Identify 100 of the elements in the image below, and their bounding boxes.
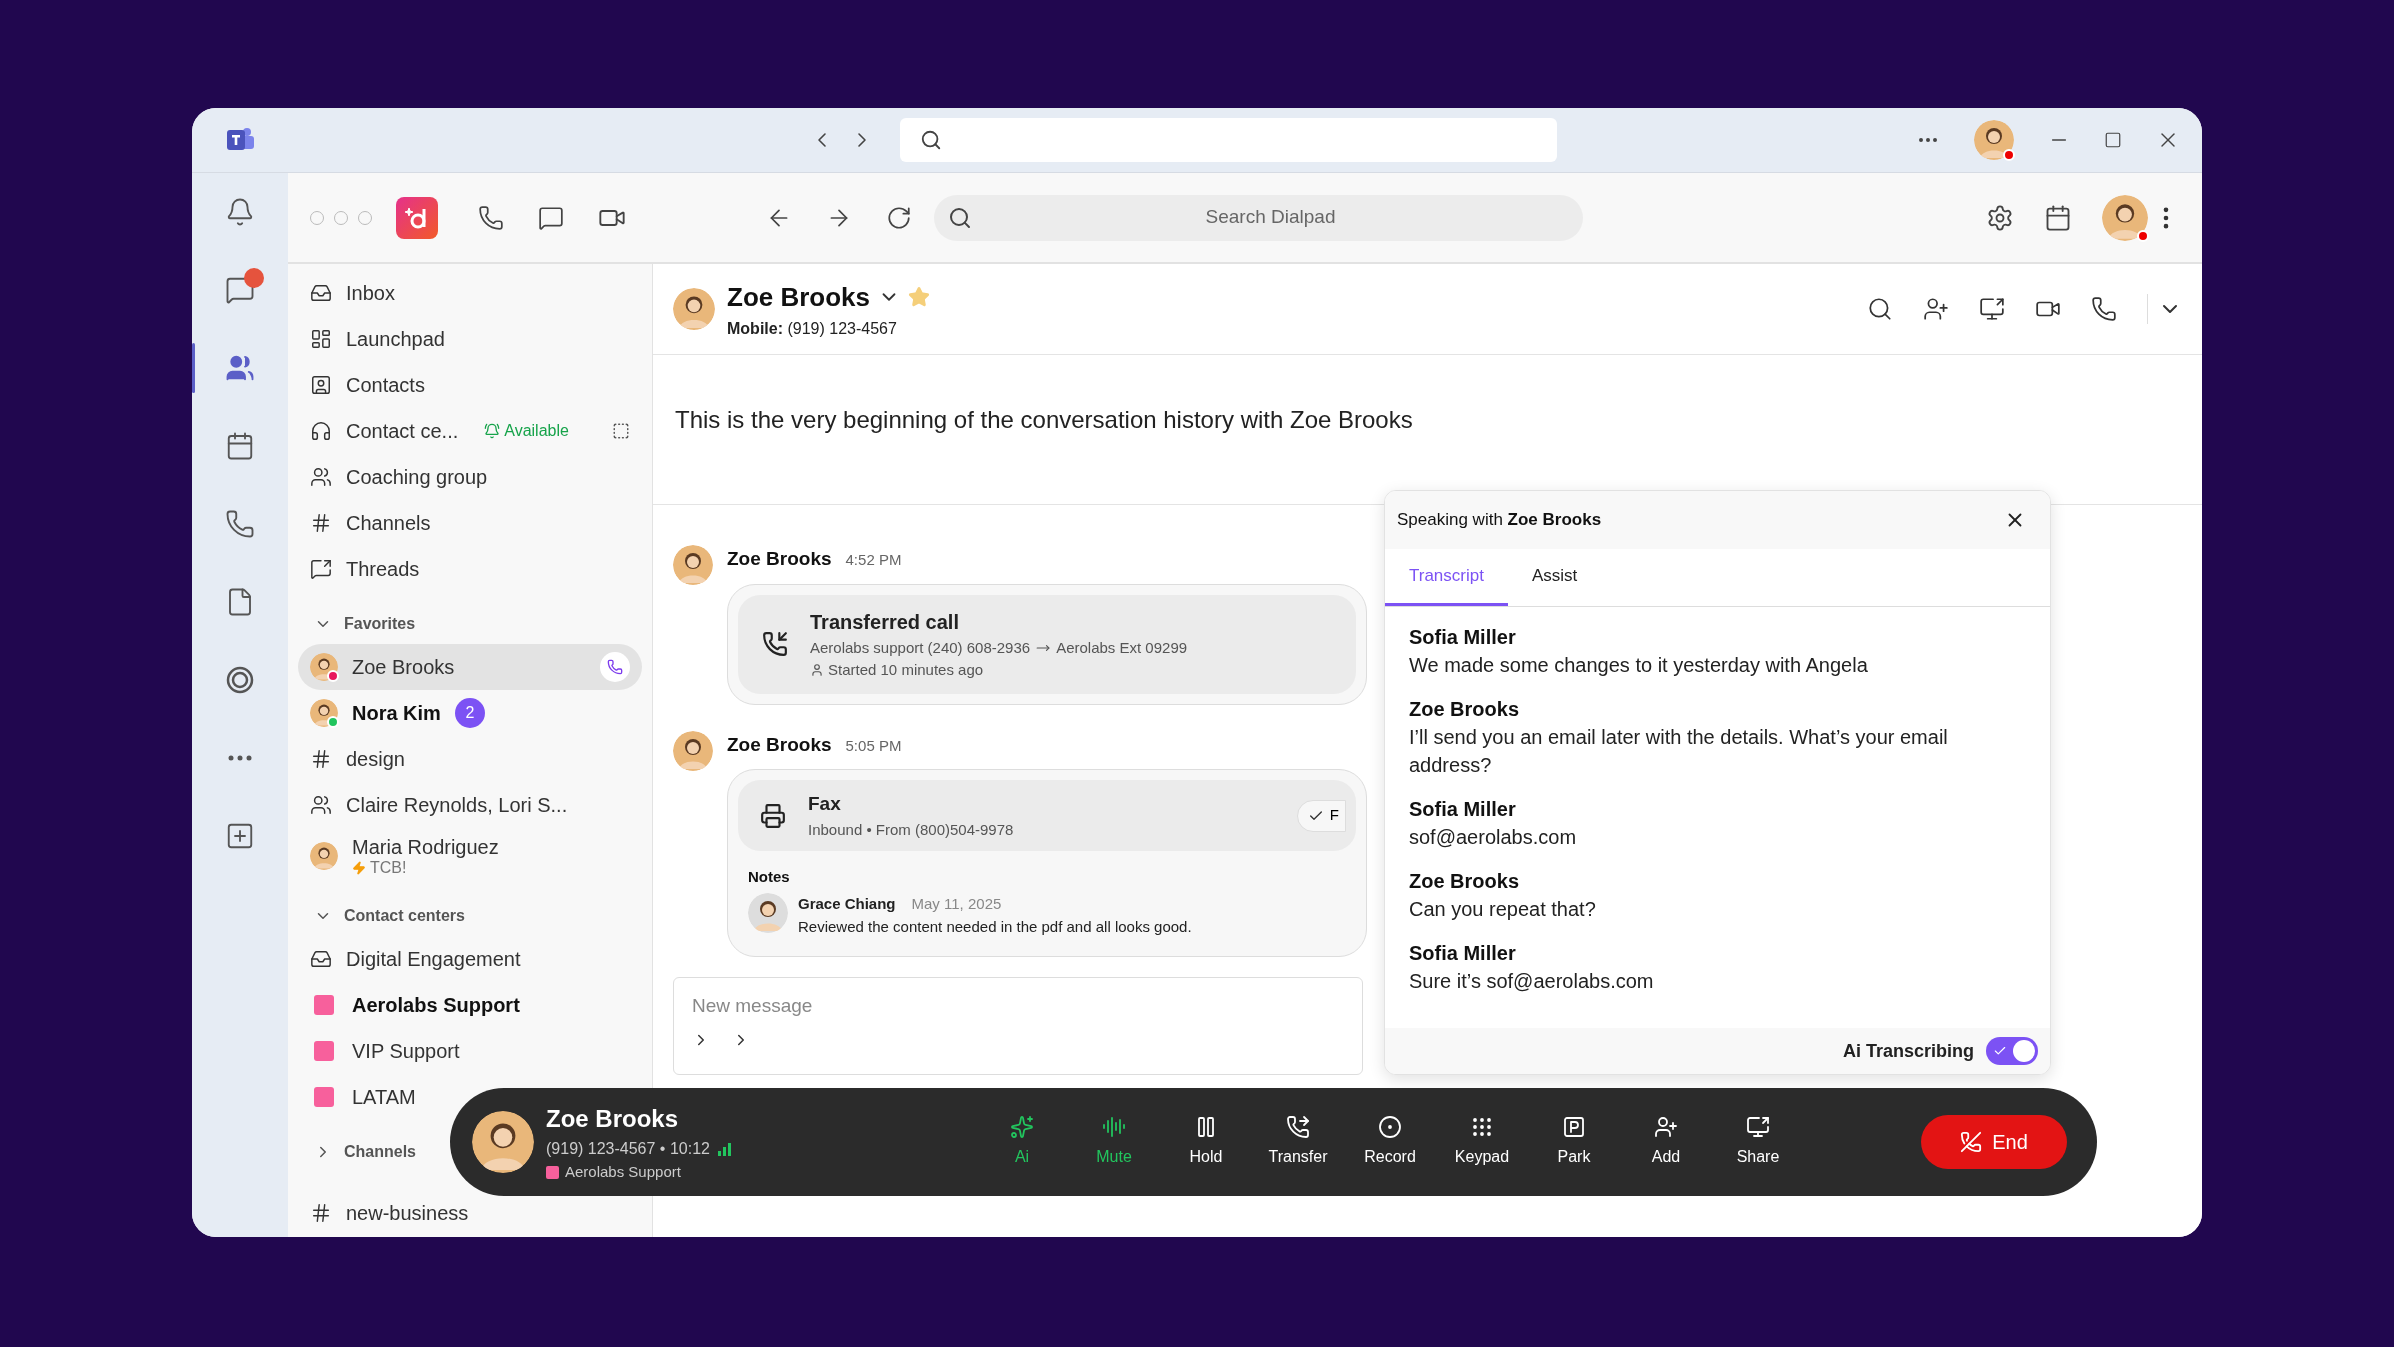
sidebar-item[interactable]: new-business [298, 1196, 481, 1230]
call-control[interactable]: Ai [976, 1115, 1068, 1169]
maximize-icon[interactable] [2104, 131, 2122, 149]
status-label: Available [504, 421, 569, 441]
sender-name: Zoe Brooks [727, 732, 832, 757]
people-icon [310, 794, 332, 816]
parking-icon [1562, 1115, 1586, 1139]
layout-icon [310, 328, 332, 350]
printer-icon [760, 802, 786, 829]
screen-share-icon[interactable] [1979, 296, 2005, 322]
hang-up-icon [1960, 1131, 1983, 1153]
calendar-icon [225, 431, 255, 461]
speaker-name: Sofia Miller [1409, 625, 1517, 650]
hash-icon [310, 512, 332, 534]
transcript-text: Sure it’s sof@aerolabs.com [1409, 969, 1655, 994]
card-to: Aerolabs Ext 09299 [1056, 637, 1188, 658]
sidebar-item[interactable]: Channels [298, 500, 642, 546]
sidebar-item[interactable]: Contact ce... Available [298, 408, 642, 454]
sidebar-item[interactable]: Claire Reynolds, Lori S... [298, 782, 580, 828]
speaker-name: Zoe Brooks [1409, 869, 1521, 894]
title-search-field[interactable] [900, 118, 1557, 162]
inbox-icon [310, 282, 332, 304]
transcript-text: I’ll send you an email later with the details. What’s your email address? [1409, 725, 1949, 778]
sidebar-item[interactable]: Digital Engagement [298, 936, 533, 982]
transcript-text: We made some changes to it yesterday with Angela [1409, 653, 1869, 678]
item-label: Zoe Brooks [352, 655, 456, 679]
note-text: Reviewed the content needed in the pdf and all looks good. [798, 916, 1192, 937]
sidebar-item[interactable]: Maria Rodriguez TCB! [298, 828, 511, 884]
card-title: Fax [808, 792, 842, 816]
message-time: 4:52 PM [845, 550, 902, 570]
message-input[interactable]: New message [692, 992, 1344, 1021]
note-author: Grace Chiang [798, 894, 896, 914]
call-control[interactable]: Mute [1068, 1115, 1160, 1169]
item-label: Maria Rodriguez [352, 835, 499, 859]
item-label: Digital Engagement [346, 947, 521, 971]
item-label: Claire Reynolds, Lori S... [346, 793, 568, 817]
record-icon [1378, 1115, 1402, 1139]
call-control[interactable]: Share [1712, 1115, 1804, 1169]
panel-tab[interactable]: Assist [1507, 548, 1602, 606]
call-control[interactable]: Park [1528, 1115, 1620, 1169]
item-label: Coaching group [346, 465, 488, 490]
sidebar-item[interactable]: Zoe Brooks [298, 644, 642, 690]
sidebar-item[interactable]: LATAM [298, 1074, 428, 1120]
call-control[interactable]: Record [1344, 1115, 1436, 1169]
contact-phone: Mobile: (919) 123-4567 [727, 318, 898, 339]
search-input[interactable]: Search Dialpad [972, 203, 1569, 232]
panel-tab[interactable]: Transcript [1385, 548, 1508, 606]
speaker-name: Sofia Miller [1409, 797, 1517, 822]
chat-icon[interactable] [538, 204, 564, 231]
more-icon [228, 755, 252, 761]
queue-name: Aerolabs Support [565, 1161, 681, 1182]
message-time: 5:05 PM [845, 735, 902, 756]
call-button[interactable] [600, 652, 630, 682]
phone-icon[interactable] [478, 204, 504, 231]
item-label: Nora Kim [352, 701, 441, 725]
sparkles-icon [1010, 1115, 1034, 1139]
hash-icon [310, 748, 332, 770]
transcript-text: Can you repeat that? [1409, 897, 1597, 922]
call-control[interactable]: Transfer [1252, 1115, 1344, 1169]
reload-icon[interactable] [886, 204, 912, 231]
call-control[interactable]: Add [1620, 1115, 1712, 1169]
dashed-square-icon[interactable] [612, 422, 630, 440]
add-person-icon [1654, 1115, 1678, 1139]
headset-icon [310, 420, 332, 442]
unread-count: 2 [454, 698, 485, 728]
item-label: Threads [346, 557, 420, 582]
search-field[interactable]: Search Dialpad [934, 194, 1583, 241]
phone-icon[interactable] [2091, 296, 2117, 322]
sidebar-item[interactable]: Launchpad [298, 316, 642, 362]
rings-icon [225, 665, 255, 695]
phone-icon [607, 659, 623, 675]
transcribing-toggle[interactable] [1986, 1037, 2038, 1065]
sidebar-item[interactable]: Nora Kim 2 [298, 690, 497, 736]
speaker-name: Zoe Brooks [1409, 697, 1521, 722]
transcript-text: sof@aerolabs.com [1409, 825, 1578, 850]
call-details: (919) 123-4567 • 10:12 [546, 1138, 710, 1159]
signal-icon [717, 1141, 732, 1156]
add-person-icon[interactable] [1923, 296, 1949, 322]
bell-icon [225, 197, 255, 227]
sidebar-item[interactable]: Inbox [298, 270, 642, 316]
sidebar-item[interactable]: design [298, 736, 417, 782]
sidebar-item[interactable]: Threads [298, 546, 642, 592]
end-call-button[interactable]: End [1921, 1115, 2067, 1169]
search-icon[interactable] [1867, 296, 1893, 322]
message-composer[interactable]: New message [673, 977, 1363, 1075]
call-control[interactable]: Keypad [1436, 1115, 1528, 1169]
person-icon [810, 663, 824, 678]
sidebar-item[interactable]: Aerolabs Support [298, 982, 532, 1028]
contact-card-icon [310, 374, 332, 396]
speaker-name: Sofia Miller [1409, 941, 1517, 966]
settings-icon[interactable] [1986, 203, 2014, 232]
sidebar-item[interactable]: Coaching group [298, 454, 642, 500]
call-control[interactable]: Hold [1160, 1115, 1252, 1169]
sidebar-item[interactable]: Contacts [298, 362, 642, 408]
calendar-icon[interactable] [2044, 203, 2072, 232]
sound-bars-icon [1102, 1115, 1126, 1139]
chat-icon [225, 275, 255, 305]
sidebar-item[interactable]: VIP Support [298, 1028, 472, 1074]
item-label: design [346, 747, 405, 771]
star-icon[interactable] [908, 286, 931, 308]
